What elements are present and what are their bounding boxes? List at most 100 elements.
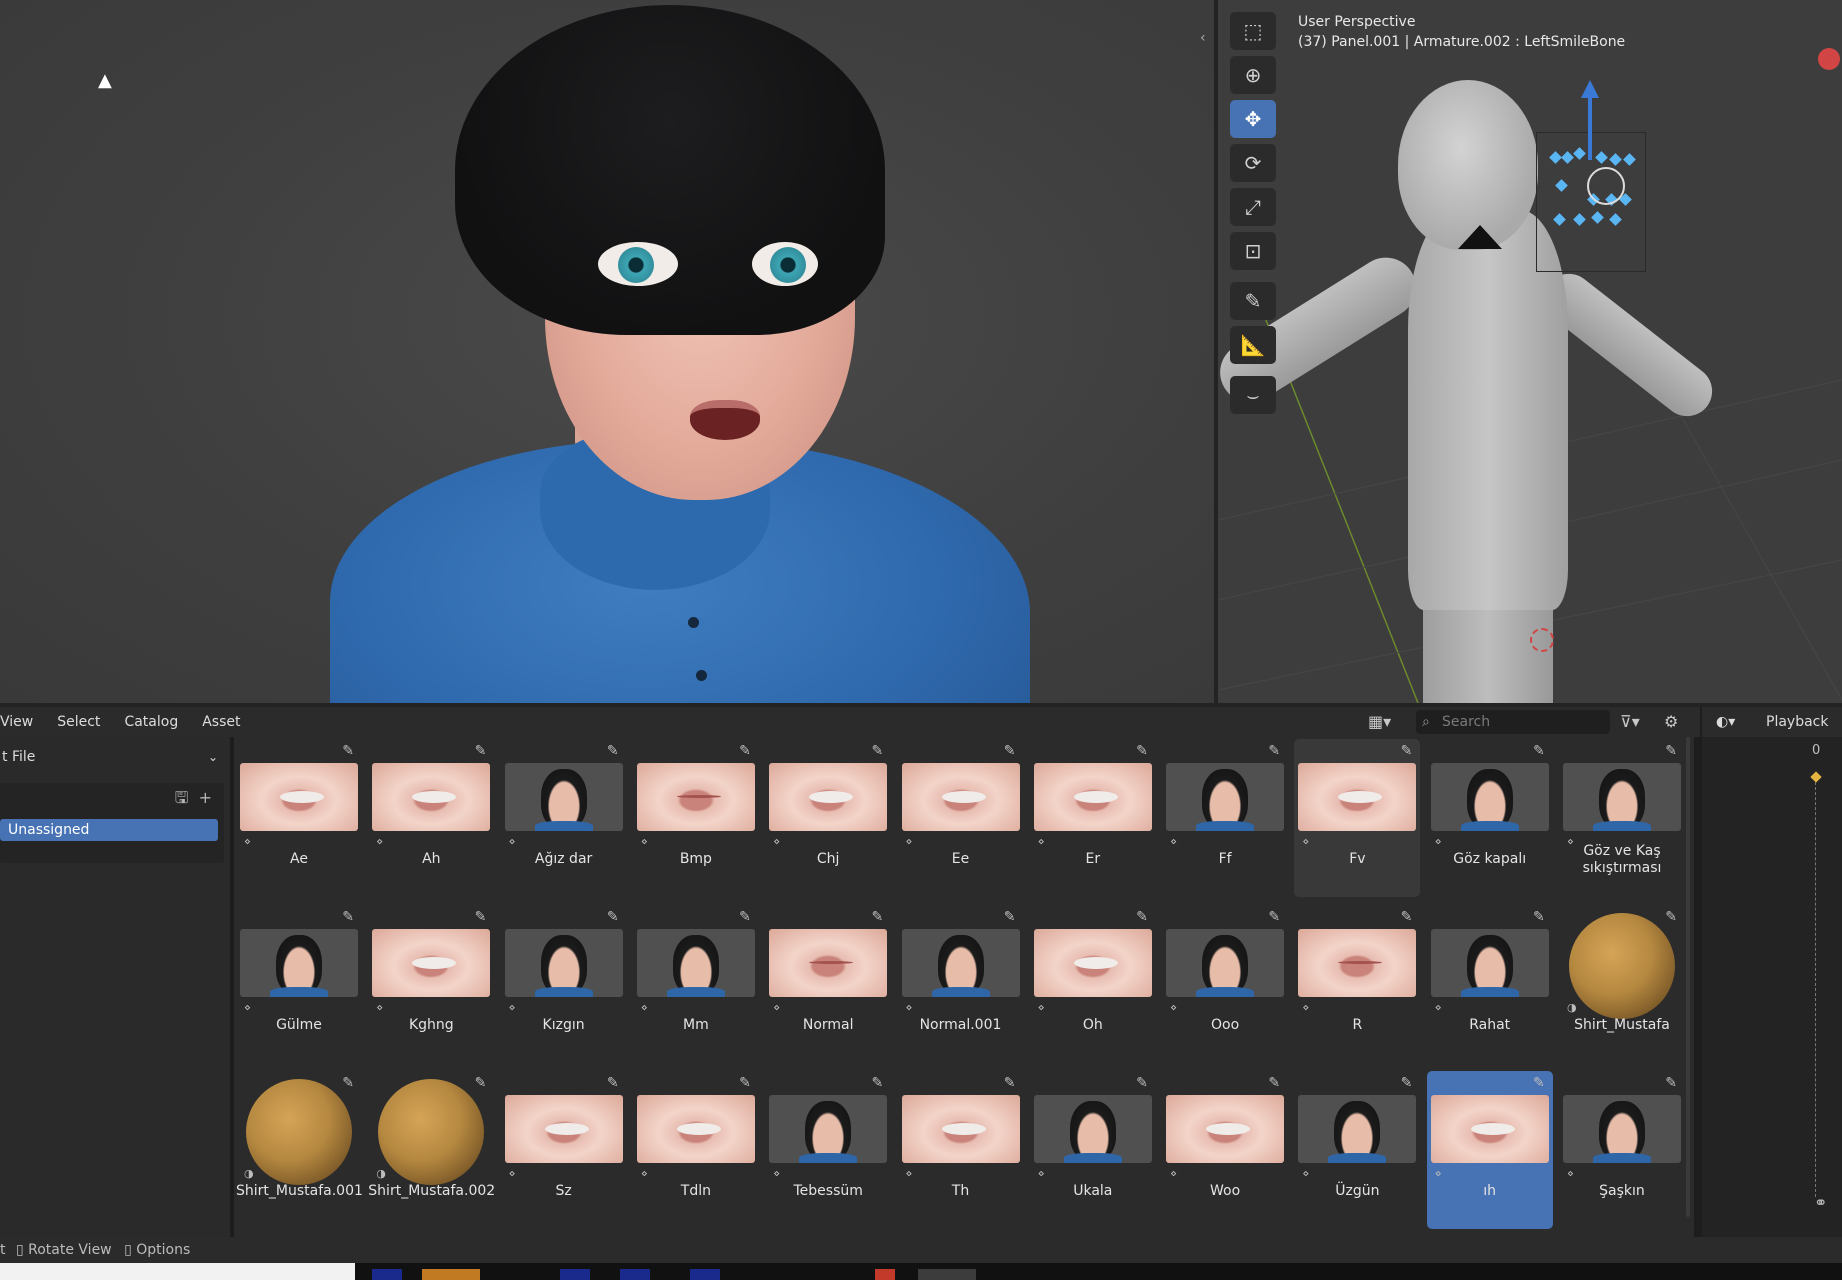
edit-icon[interactable]: ✎ xyxy=(1401,743,1413,759)
cursor-tool-icon[interactable]: ⊕ xyxy=(1230,56,1276,94)
asset-grid-scrollbar[interactable] xyxy=(1686,737,1690,1217)
edit-icon[interactable]: ✎ xyxy=(739,1075,751,1091)
edit-icon[interactable]: ✎ xyxy=(1136,743,1148,759)
3d-viewport[interactable]: User Perspective (37) Panel.001 | Armatu… xyxy=(1218,0,1842,703)
taskbar-app-icon[interactable] xyxy=(560,1269,590,1280)
filter-icon[interactable]: ⊽▾ xyxy=(1620,711,1640,733)
transform-tool-icon[interactable]: ⊡ xyxy=(1230,232,1276,270)
scale-tool-icon[interactable]: ⤢ xyxy=(1230,188,1276,226)
clock-icon[interactable]: ◐▾ xyxy=(1716,707,1735,737)
select-box-tool-icon[interactable]: ⬚ xyxy=(1230,12,1276,50)
3d-cursor-icon[interactable] xyxy=(1530,628,1554,652)
asset-tile[interactable]: ✎ ⋄ Normal.001 xyxy=(898,905,1024,1063)
edit-icon[interactable]: ✎ xyxy=(342,743,354,759)
asset-tile[interactable]: ✎ ⋄ Şaşkın xyxy=(1559,1071,1685,1229)
keyframe-icon[interactable] xyxy=(1810,771,1822,783)
asset-tile[interactable]: ✎ ⋄ Mm xyxy=(633,905,759,1063)
asset-tile[interactable]: ✎ ◑ Shirt_Mustafa.001 xyxy=(236,1071,363,1229)
edit-icon[interactable]: ✎ xyxy=(607,909,619,925)
edit-icon[interactable]: ✎ xyxy=(1004,743,1016,759)
camera-icon[interactable]: ⚭ xyxy=(1814,1193,1827,1212)
asset-tile[interactable]: ✎ ⋄ Göz kapalı xyxy=(1427,739,1553,897)
asset-tile[interactable]: ✎ ◑ Shirt_Mustafa.002 xyxy=(368,1071,495,1229)
taskbar-app-icon[interactable] xyxy=(422,1269,480,1280)
edit-icon[interactable]: ✎ xyxy=(1665,1075,1677,1091)
edit-icon[interactable]: ✎ xyxy=(1401,909,1413,925)
edit-icon[interactable]: ✎ xyxy=(1268,1075,1280,1091)
annotate-tool-icon[interactable]: ✎ xyxy=(1230,282,1276,320)
taskbar-app-icon[interactable] xyxy=(620,1269,650,1280)
asset-tile[interactable]: ✎ ⋄ ıh xyxy=(1426,1071,1553,1229)
edit-icon[interactable]: ✎ xyxy=(871,909,883,925)
asset-tile[interactable]: ✎ ⋄ R xyxy=(1294,905,1420,1063)
edit-icon[interactable]: ✎ xyxy=(1533,743,1545,759)
asset-tile[interactable]: ✎ ⋄ Ah xyxy=(368,739,494,897)
catalog-item-unassigned[interactable]: Unassigned xyxy=(0,819,218,841)
asset-tile[interactable]: ✎ ⋄ Ooo xyxy=(1162,905,1288,1063)
edit-icon[interactable]: ✎ xyxy=(475,743,487,759)
asset-tile[interactable]: ✎ ⋄ Ukala xyxy=(1030,1071,1156,1229)
search-input[interactable]: ⌕ Search xyxy=(1416,710,1610,734)
asset-tile[interactable]: ✎ ⋄ Oh xyxy=(1030,905,1156,1063)
asset-tile[interactable]: ✎ ⋄ Normal xyxy=(765,905,891,1063)
asset-tile[interactable]: ✎ ⋄ Göz ve Kaş sıkıştırması xyxy=(1559,739,1685,897)
asset-tile[interactable]: ✎ ⋄ Kghng xyxy=(368,905,494,1063)
asset-tile[interactable]: ✎ ⋄ Gülme xyxy=(236,905,362,1063)
collapse-arrow-icon[interactable]: ‹ xyxy=(1200,30,1206,46)
edit-icon[interactable]: ✎ xyxy=(342,909,354,925)
asset-tile[interactable]: ✎ ⋄ Üzgün xyxy=(1294,1071,1420,1229)
rotate-tool-icon[interactable]: ⟳ xyxy=(1230,144,1276,182)
edit-icon[interactable]: ✎ xyxy=(1136,1075,1148,1091)
menu-asset[interactable]: Asset xyxy=(190,714,252,730)
asset-tile[interactable]: ✎ ⋄ Woo xyxy=(1162,1071,1288,1229)
taskbar-app-icon[interactable] xyxy=(372,1269,402,1280)
edit-icon[interactable]: ✎ xyxy=(1004,909,1016,925)
menu-select[interactable]: Select xyxy=(45,714,112,730)
edit-icon[interactable]: ✎ xyxy=(1665,743,1677,759)
add-catalog-icon[interactable]: + xyxy=(199,788,212,807)
edit-icon[interactable]: ✎ xyxy=(739,743,751,759)
bone-selector[interactable] xyxy=(1458,225,1502,249)
move-gizmo-z[interactable] xyxy=(1588,90,1592,160)
asset-tile[interactable]: ✎ ⋄ Ae xyxy=(236,739,362,897)
asset-tile[interactable]: ✎ ⋄ Tebessüm xyxy=(765,1071,891,1229)
edit-icon[interactable]: ✎ xyxy=(871,743,883,759)
taskbar-app-icon[interactable] xyxy=(918,1269,976,1280)
asset-tile[interactable]: ✎ ⋄ Fv xyxy=(1294,739,1421,897)
edit-icon[interactable]: ✎ xyxy=(475,1075,487,1091)
menu-catalog[interactable]: Catalog xyxy=(112,714,190,730)
taskbar-app-icon[interactable] xyxy=(875,1269,895,1280)
edit-icon[interactable]: ✎ xyxy=(475,909,487,925)
edit-icon[interactable]: ✎ xyxy=(871,1075,883,1091)
save-icon[interactable]: 🖫 xyxy=(175,788,189,807)
display-mode-icon[interactable]: ▦▾ xyxy=(1368,711,1391,733)
asset-tile[interactable]: ✎ ⋄ Kızgın xyxy=(501,905,627,1063)
edit-icon[interactable]: ✎ xyxy=(1004,1075,1016,1091)
edit-icon[interactable]: ✎ xyxy=(1136,909,1148,925)
edit-icon[interactable]: ✎ xyxy=(607,743,619,759)
timeline[interactable]: 0 ⚭ xyxy=(1702,737,1842,1237)
edit-icon[interactable]: ✎ xyxy=(1268,909,1280,925)
asset-tile[interactable]: ✎ ⋄ Tdln xyxy=(633,1071,759,1229)
asset-tile[interactable]: ✎ ◑ Shirt_Mustafa xyxy=(1559,905,1685,1063)
edit-icon[interactable]: ✎ xyxy=(607,1075,619,1091)
gear-icon[interactable]: ⚙ xyxy=(1664,711,1678,733)
playback-menu[interactable]: Playback xyxy=(1766,707,1828,737)
edit-icon[interactable]: ✎ xyxy=(1665,909,1677,925)
menu-view[interactable]: View xyxy=(0,714,45,730)
asset-tile[interactable]: ✎ ⋄ Ee xyxy=(898,739,1024,897)
asset-tile[interactable]: ✎ ⋄ Ağız dar xyxy=(501,739,627,897)
asset-tile[interactable]: ✎ ⋄ Rahat xyxy=(1427,905,1553,1063)
asset-library-select[interactable]: t File ⌄ xyxy=(0,745,224,769)
navigation-gizmo-icon[interactable] xyxy=(1818,48,1840,70)
asset-tile[interactable]: ✎ ⋄ Ff xyxy=(1162,739,1288,897)
taskbar-app-icon[interactable] xyxy=(690,1269,720,1280)
edit-icon[interactable]: ✎ xyxy=(342,1075,354,1091)
render-viewport[interactable]: ▲ ‹ xyxy=(0,0,1214,703)
edit-icon[interactable]: ✎ xyxy=(1401,1075,1413,1091)
edit-icon[interactable]: ✎ xyxy=(1533,1075,1545,1091)
edit-icon[interactable]: ✎ xyxy=(1533,909,1545,925)
edit-icon[interactable]: ✎ xyxy=(1268,743,1280,759)
roll-tool-icon[interactable]: ⌣ xyxy=(1230,376,1276,414)
asset-tile[interactable]: ✎ ⋄ Bmp xyxy=(633,739,759,897)
